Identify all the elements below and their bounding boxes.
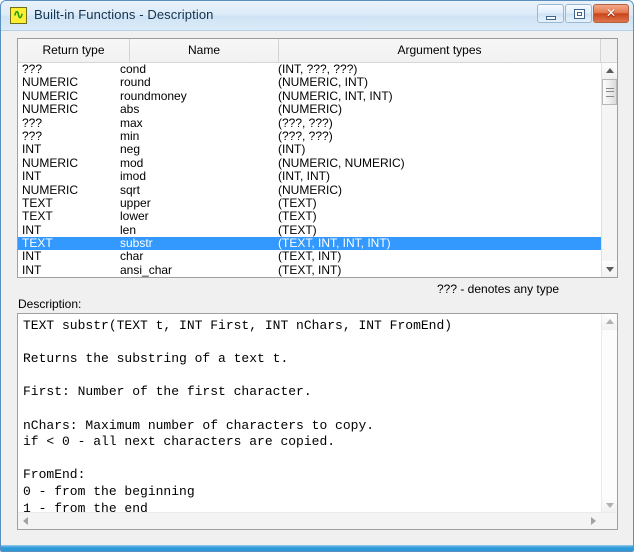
cell-argument-types: (TEXT) (278, 209, 317, 224)
cell-return-type: NUMERIC (22, 182, 78, 197)
cell-argument-types: (NUMERIC, INT, INT) (278, 88, 393, 103)
any-type-legend: ??? - denotes any type (437, 282, 560, 296)
functions-list-panel: Return type Name Argument types ??? cond (… (17, 38, 618, 278)
cell-return-type: INT (22, 142, 42, 157)
dialog-window: ∿ Built-in Functions - Description ✕ Ret… (0, 0, 634, 552)
description-vertical-scrollbar[interactable] (601, 314, 617, 513)
description-scroll-left-button[interactable] (18, 513, 34, 529)
cell-name: char (120, 249, 144, 264)
cell-name: imod (120, 169, 147, 184)
table-row[interactable]: NUMERIC sqrt (NUMERIC) (18, 182, 601, 197)
cell-return-type: INT (22, 262, 42, 277)
cell-name: round (120, 75, 151, 90)
cell-argument-types: (NUMERIC) (278, 102, 342, 117)
description-scroll-down-button[interactable] (602, 497, 617, 513)
cell-return-type: ??? (22, 63, 43, 76)
cell-name: substr (120, 236, 153, 251)
cell-argument-types: (NUMERIC) (278, 182, 342, 197)
table-row[interactable]: ??? max (???, ???) (18, 115, 601, 130)
cell-name: mod (120, 155, 144, 170)
table-row[interactable]: NUMERIC round (NUMERIC, INT) (18, 75, 601, 90)
cell-argument-types: (INT) (278, 142, 306, 157)
cell-name: sqrt (120, 182, 141, 197)
minimize-button[interactable] (537, 4, 564, 23)
cell-return-type: TEXT (22, 209, 53, 224)
column-header-return-type[interactable]: Return type (18, 39, 130, 62)
cell-return-type: NUMERIC (22, 102, 78, 117)
cell-name: abs (120, 102, 140, 117)
table-row[interactable]: INT char (TEXT, INT) (18, 249, 601, 264)
description-scroll-right-button[interactable] (585, 513, 601, 529)
cell-name: lower (120, 209, 149, 224)
description-scroll-up-button[interactable] (602, 314, 617, 330)
description-label: Description: (18, 297, 82, 311)
functions-list-body[interactable]: ??? cond (INT, ???, ???) NUMERIC round (NUMER… (18, 63, 601, 277)
column-header-name[interactable]: Name (130, 39, 279, 62)
cell-name: cond (120, 63, 147, 76)
cell-argument-types: (NUMERIC, NUMERIC) (278, 155, 405, 170)
description-horizontal-scrollbar[interactable] (18, 512, 617, 529)
scroll-down-button[interactable] (602, 261, 617, 277)
description-panel: TEXT substr(TEXT t, INT First, INT nChar… (17, 313, 618, 530)
list-header: Return type Name Argument types (18, 39, 617, 63)
table-row[interactable]: NUMERIC abs (NUMERIC) (18, 102, 601, 117)
cell-return-type: NUMERIC (22, 88, 78, 103)
cell-name: roundmoney (120, 88, 187, 103)
cell-name: len (120, 222, 137, 237)
cell-argument-types: (TEXT) (278, 195, 317, 210)
description-text[interactable]: TEXT substr(TEXT t, INT First, INT nChar… (18, 314, 600, 513)
table-row[interactable]: NUMERIC mod (NUMERIC, NUMERIC) (18, 155, 601, 170)
cell-name: neg (120, 142, 141, 157)
column-header-argument-types[interactable]: Argument types (279, 39, 601, 62)
cell-argument-types: (???, ???) (278, 115, 333, 130)
title-bar: ∿ Built-in Functions - Description ✕ (1, 1, 633, 31)
cell-return-type: ??? (22, 128, 43, 143)
cell-return-type: TEXT (22, 236, 53, 251)
table-row[interactable]: NUMERIC roundmoney (NUMERIC, INT, INT) (18, 88, 601, 103)
table-row[interactable]: INT len (TEXT) (18, 222, 601, 237)
table-row[interactable]: TEXT lower (TEXT) (18, 209, 601, 224)
table-row[interactable]: TEXT substr (TEXT, INT, INT, INT) (18, 236, 601, 251)
window-title: Built-in Functions - Description (34, 7, 214, 22)
minimize-icon (538, 5, 563, 22)
cell-argument-types: (???, ???) (278, 128, 333, 143)
cell-return-type: INT (22, 222, 42, 237)
dialog-client-area: Return type Name Argument types ??? cond (… (1, 31, 633, 547)
cell-return-type: NUMERIC (22, 75, 78, 90)
cell-return-type: ??? (22, 115, 43, 130)
list-vertical-scrollbar[interactable] (601, 63, 617, 277)
cell-return-type: INT (22, 249, 42, 264)
table-row[interactable]: INT neg (INT) (18, 142, 601, 157)
window-bottom-accent (1, 545, 633, 551)
cell-argument-types: (TEXT, INT) (278, 262, 342, 277)
maximize-button[interactable] (565, 4, 592, 23)
table-row[interactable]: ??? cond (INT, ???, ???) (18, 63, 601, 76)
cell-name: max (120, 115, 143, 130)
table-row[interactable]: TEXT upper (TEXT) (18, 195, 601, 210)
cell-return-type: TEXT (22, 195, 53, 210)
maximize-icon (566, 5, 591, 22)
list-scrollbar-thumb[interactable] (602, 79, 617, 105)
cell-name: ansi_char (120, 262, 173, 277)
cell-return-type: INT (22, 169, 42, 184)
table-row[interactable]: INT imod (INT, INT) (18, 169, 601, 184)
cell-argument-types: (INT, INT) (278, 169, 330, 184)
table-row[interactable]: ??? min (???, ???) (18, 128, 601, 143)
cell-name: upper (120, 195, 151, 210)
scroll-up-button[interactable] (602, 63, 617, 79)
cell-return-type: NUMERIC (22, 155, 78, 170)
cell-name: min (120, 128, 140, 143)
table-row[interactable]: INT ansi_char (TEXT, INT) (18, 262, 601, 277)
cell-argument-types: (TEXT) (278, 222, 317, 237)
cell-argument-types: (TEXT, INT, INT, INT) (278, 236, 391, 251)
snake-icon: ∿ (10, 7, 27, 24)
cell-argument-types: (NUMERIC, INT) (278, 75, 368, 90)
cell-argument-types: (TEXT, INT) (278, 249, 342, 264)
close-button[interactable]: ✕ (593, 4, 629, 23)
close-icon: ✕ (605, 6, 617, 20)
cell-argument-types: (INT, ???, ???) (278, 63, 358, 76)
